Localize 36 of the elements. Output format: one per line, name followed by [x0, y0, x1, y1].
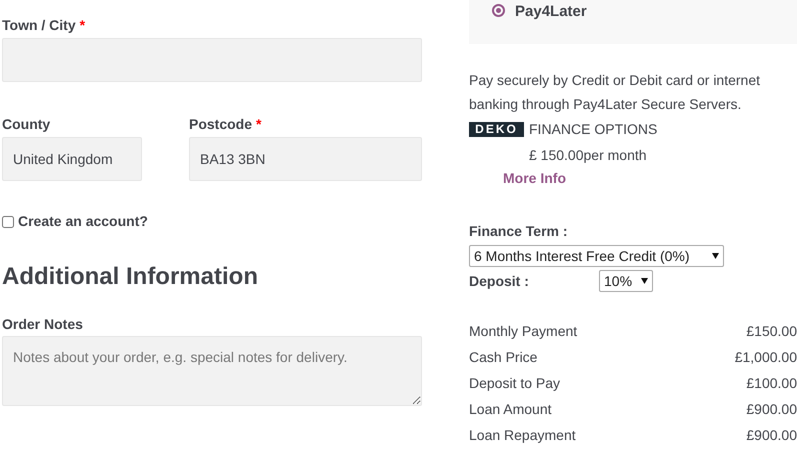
input-field[interactable]: BA13 3BN — [189, 137, 422, 181]
field-label: Finance Term : — [469, 222, 568, 241]
summary-label: Cash Price — [469, 348, 538, 366]
deko-logo: DEKO — [469, 122, 524, 136]
select-field[interactable]: 10% — [599, 270, 653, 292]
summary-value: £150.00 — [746, 322, 797, 340]
payment-label[interactable]: Pay4Later — [515, 1, 587, 24]
more-info-link[interactable]: More Info — [503, 168, 566, 189]
checkbox-label[interactable]: Create an account? — [18, 211, 148, 232]
summary-label: Loan Amount — [469, 400, 552, 418]
field-label: Postcode — [189, 115, 252, 134]
summary-value: £1,000.00 — [734, 348, 797, 366]
select-field[interactable]: 6 Months Interest Free Credit (0%) — [469, 245, 724, 267]
finance-title: FINANCE OPTIONS — [529, 120, 658, 138]
summary-value: £900.00 — [746, 400, 797, 418]
summary-value: £900.00 — [746, 426, 797, 444]
summary-label: Monthly Payment — [469, 322, 578, 341]
caret-icon — [712, 253, 719, 259]
field-label: Deposit : — [469, 272, 530, 291]
summary-label: Loan Repayment — [469, 426, 576, 445]
input-field[interactable]: United Kingdom — [2, 137, 142, 181]
notes-field[interactable]: Notes about your order, e.g. special notes for delivery. — [2, 336, 422, 406]
field-label: Town / City — [2, 16, 76, 35]
field-label: Order Notes — [2, 315, 84, 334]
monthly-text: £ 150.00per month — [529, 146, 647, 165]
section-heading: Additional Information — [2, 262, 259, 292]
summary-value: £100.00 — [746, 374, 797, 392]
input-field[interactable] — [2, 38, 422, 82]
description-text: Pay securely by Credit or Debit card or internet banking through Pay4Later Secure Servers. — [469, 71, 762, 114]
radio-button[interactable] — [492, 4, 505, 17]
summary-label: Deposit to Pay — [469, 374, 560, 393]
account-checkbox[interactable] — [2, 216, 14, 228]
required-mark: * — [80, 16, 86, 35]
required-mark: * — [256, 115, 262, 134]
field-label: County — [2, 115, 50, 134]
caret-icon — [641, 278, 648, 284]
